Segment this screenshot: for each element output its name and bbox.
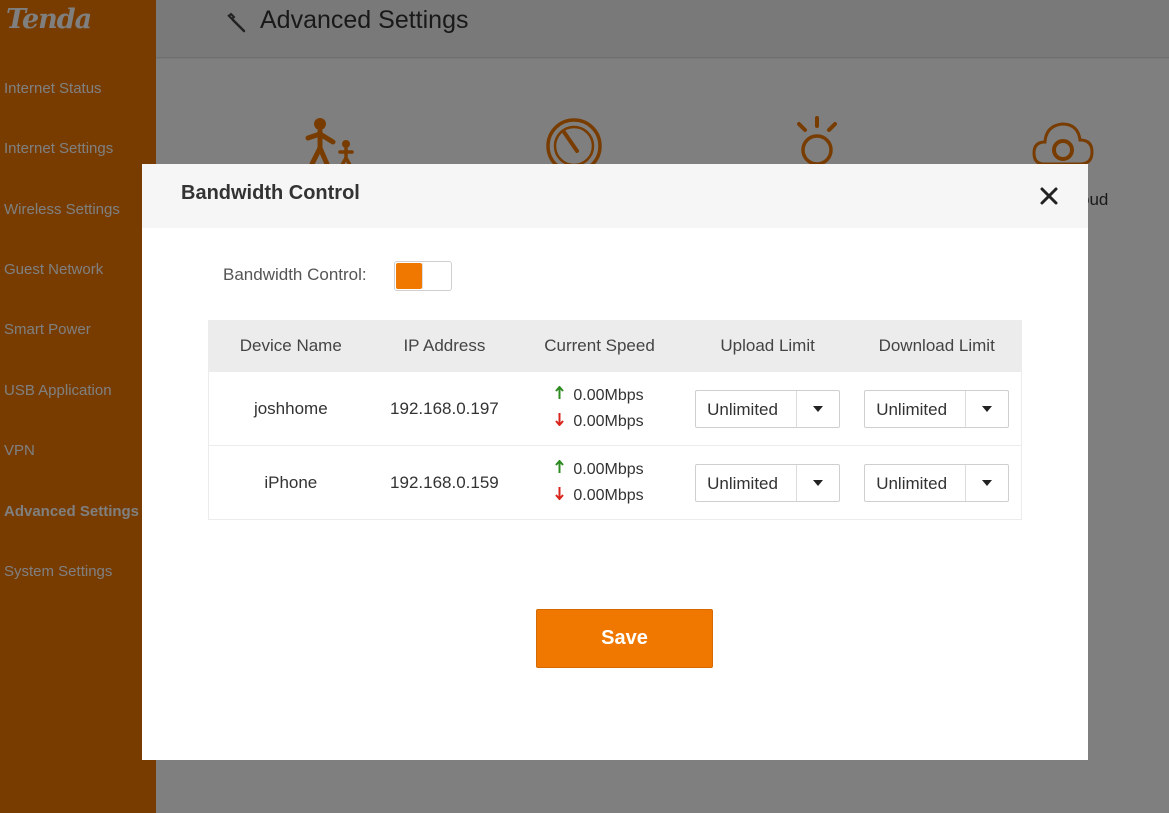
column-header-device-name: Device Name	[239, 336, 342, 355]
download-arrow-icon	[555, 483, 573, 509]
upload-speed: 0.00Mbps	[573, 460, 644, 478]
table-row: iPhone 192.168.0.159 0.00Mbps 0.00Mbps U…	[209, 445, 1021, 519]
upload-limit-select[interactable]: Unlimited	[695, 389, 841, 428]
upload-arrow-icon	[555, 457, 573, 483]
chevron-down-icon[interactable]	[965, 390, 1008, 427]
chevron-down-icon[interactable]	[796, 464, 839, 501]
bandwidth-control-dialog: Bandwidth Control Bandwidth Control: Dev…	[142, 164, 1088, 760]
download-limit-cell: Unlimited	[852, 372, 1021, 445]
device-name: iPhone	[264, 472, 318, 492]
device-table: Device Name IP Address Current Speed Upl…	[208, 320, 1022, 520]
download-speed: 0.00Mbps	[573, 486, 644, 504]
toggle-on-indicator	[396, 263, 422, 289]
upload-limit-cell: Unlimited	[683, 446, 853, 519]
select-value: Unlimited	[876, 473, 948, 493]
device-name: joshhome	[253, 398, 328, 418]
current-speed: 0.00Mbps 0.00Mbps	[516, 372, 683, 445]
bandwidth-control-label: Bandwidth Control:	[223, 265, 367, 284]
download-speed: 0.00Mbps	[573, 412, 644, 430]
ip-address: 192.168.0.197	[390, 398, 499, 418]
dialog-header: Bandwidth Control	[142, 164, 1088, 228]
toggle-knob	[422, 263, 450, 289]
select-value: Unlimited	[707, 399, 778, 419]
column-header-ip-address: IP Address	[403, 336, 486, 355]
select-value: Unlimited	[876, 399, 948, 419]
table-row: joshhome 192.168.0.197 0.00Mbps 0.00Mbps…	[209, 371, 1021, 445]
bandwidth-control-toggle[interactable]	[394, 261, 452, 291]
upload-speed: 0.00Mbps	[573, 386, 644, 404]
download-limit-select[interactable]: Unlimited	[864, 463, 1010, 502]
save-button[interactable]: Save	[536, 609, 713, 668]
chevron-down-icon[interactable]	[965, 464, 1008, 501]
table-header: Device Name IP Address Current Speed Upl…	[209, 321, 1021, 371]
current-speed: 0.00Mbps 0.00Mbps	[516, 446, 683, 519]
upload-arrow-icon	[555, 383, 573, 409]
column-header-current-speed: Current Speed	[544, 336, 655, 355]
select-value: Unlimited	[707, 473, 778, 493]
dialog-title: Bandwidth Control	[181, 182, 360, 204]
ip-address: 192.168.0.159	[390, 472, 499, 492]
close-icon[interactable]	[1037, 184, 1061, 208]
download-arrow-icon	[555, 409, 573, 435]
chevron-down-icon[interactable]	[796, 390, 839, 427]
download-limit-select[interactable]: Unlimited	[864, 389, 1010, 428]
download-limit-cell: Unlimited	[852, 446, 1021, 519]
upload-limit-select[interactable]: Unlimited	[695, 463, 841, 502]
upload-limit-cell: Unlimited	[683, 372, 853, 445]
column-header-download-limit: Download Limit	[878, 336, 995, 355]
column-header-upload-limit: Upload Limit	[720, 336, 815, 355]
